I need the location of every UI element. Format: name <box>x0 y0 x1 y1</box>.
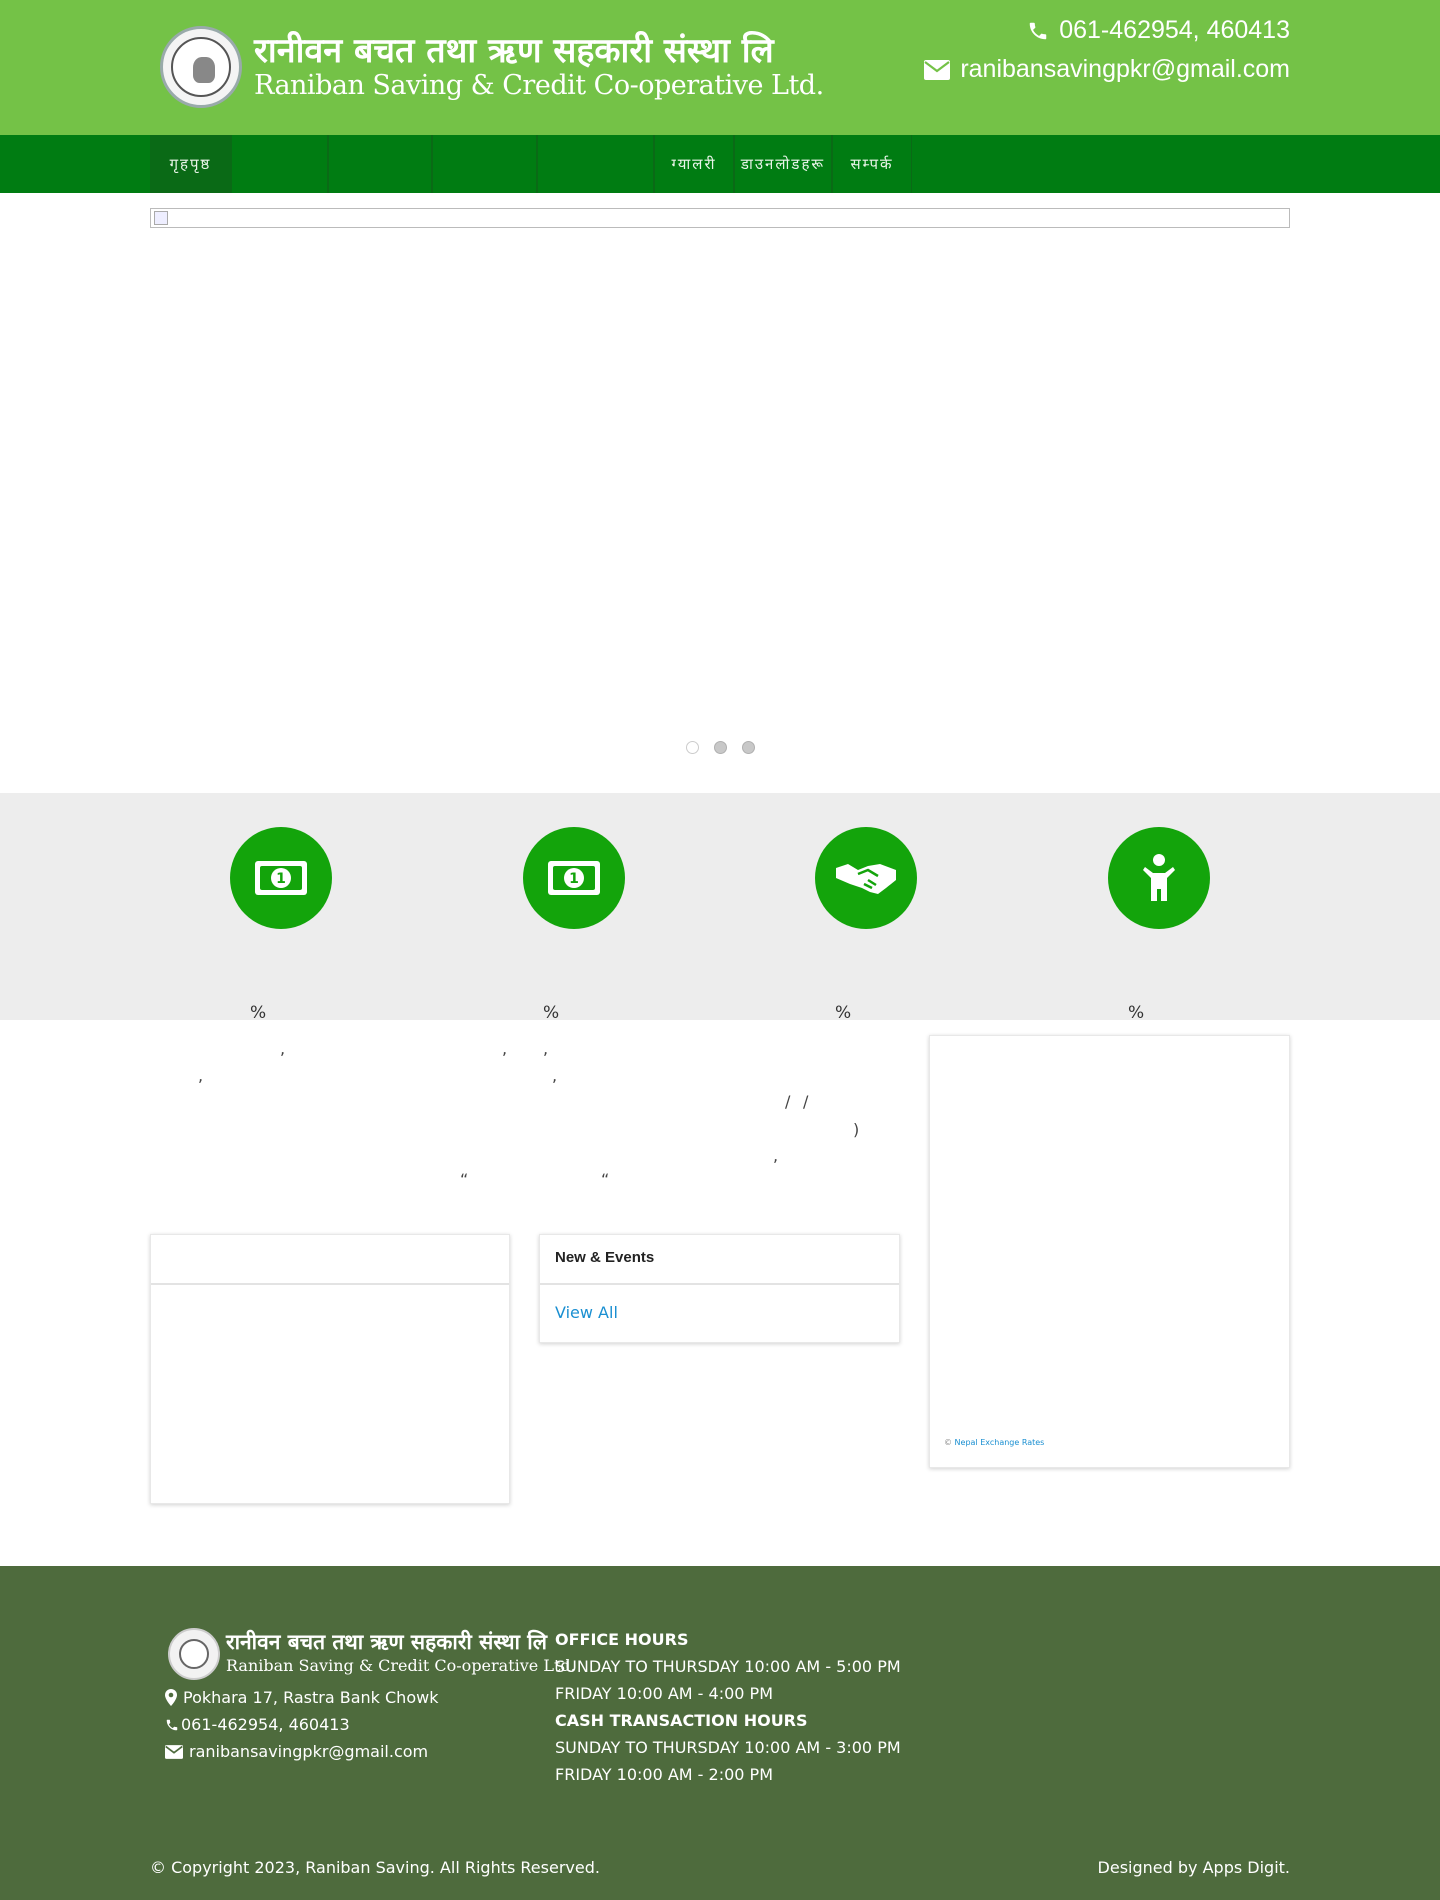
intro-fragment: , <box>773 1146 779 1165</box>
nav-item-2[interactable] <box>231 135 328 193</box>
left-panel-body <box>151 1285 509 1325</box>
intro-fragment: , <box>280 1039 286 1058</box>
feature-4-circle <box>1108 827 1210 929</box>
money-bill-icon: 1 <box>548 861 600 895</box>
phone-icon <box>166 1719 178 1730</box>
main-navbar: गृहपृष्ठ ग्यालरी डाउनलोडहरू सम्पर्क <box>0 135 1440 193</box>
footer-email-text: ranibansavingpkr@gmail.com <box>189 1742 429 1761</box>
intro-fragment: , <box>543 1039 549 1058</box>
footer-phone[interactable]: 061-462954, 460413 <box>165 1715 350 1734</box>
office-hours-block: Office Hours Sunday to Thursday 10:00 AM… <box>555 1626 901 1788</box>
footer-logo[interactable]: रानीवन बचत तथा ऋण सहकारी संस्था लि Ranib… <box>168 1628 576 1682</box>
office-hours-weekday: Sunday to Thursday 10:00 AM - 5:00 PM <box>555 1657 901 1676</box>
feature-2-rate: % <box>543 1003 560 1023</box>
footer-logo-seal-icon <box>168 1628 220 1680</box>
svg-text:1: 1 <box>276 871 286 887</box>
cash-hours-weekday: Sunday to Thursday 10:00 AM - 3:00 PM <box>555 1738 901 1757</box>
intro-fragment: / <box>803 1092 809 1111</box>
slider-dot-2[interactable] <box>714 741 727 754</box>
footer-address-text: Pokhara 17, Rastra Bank Chowk <box>183 1688 439 1707</box>
feature-1-circle: 1 <box>230 827 332 929</box>
nav-item-3[interactable] <box>328 135 432 193</box>
logo-name-english: Raniban Saving & Credit Co-operative Ltd… <box>254 70 824 101</box>
intro-fragment: , <box>502 1039 508 1058</box>
envelope-icon <box>924 59 951 80</box>
feature-1[interactable]: 1 % <box>230 827 332 1023</box>
office-hours-friday: Friday 10:00 AM - 4:00 PM <box>555 1684 773 1703</box>
intro-fragment: / <box>785 1092 791 1111</box>
slider-image-broken[interactable] <box>150 208 1290 228</box>
nav-item-gallery[interactable]: ग्यालरी <box>654 135 734 193</box>
slider-dots <box>686 741 755 754</box>
money-bill-icon: 1 <box>255 861 307 895</box>
feature-2[interactable]: 1 % <box>523 827 625 1023</box>
header-phone-text: 061-462954, 460413 <box>1059 16 1290 44</box>
nav-item-downloads[interactable]: डाउनलोडहरू <box>734 135 832 193</box>
view-all-news-link[interactable]: View All <box>555 1303 618 1322</box>
feature-3-circle <box>815 827 917 929</box>
envelope-icon <box>165 1744 183 1759</box>
news-events-title: New & Events <box>540 1235 899 1285</box>
logo-name-nepali: रानीवन बचत तथा ऋण सहकारी संस्था लि <box>254 31 774 71</box>
nav-item-contact[interactable]: सम्पर्क <box>832 135 912 193</box>
handshake-icon <box>836 864 896 894</box>
header-email[interactable]: ranibansavingpkr@gmail.com <box>924 55 1290 84</box>
feature-1-rate: % <box>250 1003 267 1023</box>
top-header: रानीवन बचत तथा ऋण सहकारी संस्था लि Ranib… <box>0 0 1440 135</box>
exchange-rates-credit: © Nepal Exchange Rates <box>944 1438 1045 1447</box>
header-phone[interactable]: 061-462954, 460413 <box>1027 16 1290 45</box>
intro-fragment: “ <box>601 1170 610 1189</box>
intro-fragment: , <box>198 1066 204 1085</box>
nav-item-5[interactable] <box>537 135 654 193</box>
copyright-text: © Copyright 2023, Raniban Saving. All Ri… <box>150 1858 600 1877</box>
slider-dot-3[interactable] <box>742 741 755 754</box>
broken-image-icon <box>154 211 168 225</box>
intro-fragment: , <box>552 1066 558 1085</box>
nav-item-home[interactable]: गृहपृष्ठ <box>150 135 231 193</box>
intro-fragment: ) <box>853 1120 860 1139</box>
designed-by-link[interactable]: Designed by Apps Digit. <box>1098 1858 1290 1877</box>
feature-3[interactable]: % <box>815 827 917 1023</box>
child-icon <box>1143 854 1175 901</box>
logo-seal-icon <box>160 26 242 108</box>
header-email-text: ranibansavingpkr@gmail.com <box>960 55 1290 83</box>
nav-item-4[interactable] <box>432 135 537 193</box>
feature-4[interactable]: % <box>1108 827 1210 1023</box>
site-logo[interactable]: रानीवन बचत तथा ऋण सहकारी संस्था लि Ranib… <box>160 24 824 110</box>
footer-logo-name-english: Raniban Saving & Credit Co-operative Ltd… <box>226 1656 576 1675</box>
intro-paragraph: , , , , , / / ) , “ “ <box>150 1035 890 1195</box>
cash-hours-title: Cash Transaction Hours <box>555 1711 808 1730</box>
news-events-panel: New & Events View All <box>539 1234 900 1343</box>
exchange-rates-widget: © Nepal Exchange Rates <box>929 1035 1290 1468</box>
footer-address: Pokhara 17, Rastra Bank Chowk <box>165 1688 438 1707</box>
left-panel <box>150 1234 510 1504</box>
svg-text:1: 1 <box>569 871 579 887</box>
office-hours-title: Office Hours <box>555 1630 689 1649</box>
slider-dot-1[interactable] <box>686 741 699 754</box>
nepal-exchange-rates-link[interactable]: Nepal Exchange Rates <box>955 1438 1045 1447</box>
phone-icon <box>1029 22 1047 39</box>
feature-2-circle: 1 <box>523 827 625 929</box>
footer-email[interactable]: ranibansavingpkr@gmail.com <box>165 1742 428 1761</box>
footer-phone-text: 061-462954, 460413 <box>181 1715 350 1734</box>
feature-3-rate: % <box>835 1003 852 1023</box>
map-marker-icon <box>165 1689 177 1706</box>
site-footer: रानीवन बचत तथा ऋण सहकारी संस्था लि Ranib… <box>0 1566 1440 1900</box>
feature-4-rate: % <box>1128 1003 1145 1023</box>
footer-logo-name-nepali: रानीवन बचत तथा ऋण सहकारी संस्था लि <box>226 1629 547 1654</box>
intro-fragment: “ <box>460 1170 469 1189</box>
left-panel-title <box>151 1235 509 1285</box>
features-strip: 1 % 1 % % % <box>0 793 1440 1023</box>
cash-hours-friday: Friday 10:00 AM - 2:00 PM <box>555 1765 773 1784</box>
